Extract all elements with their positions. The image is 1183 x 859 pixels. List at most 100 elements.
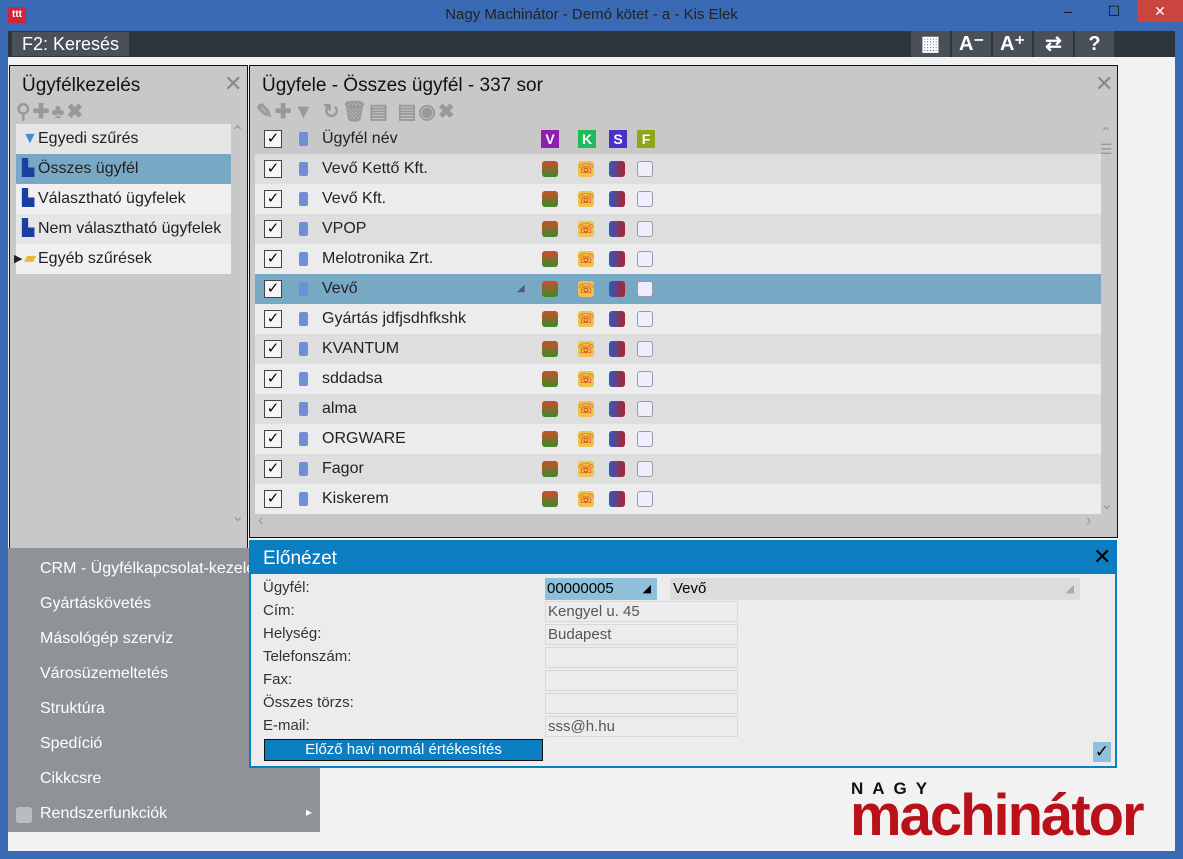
phone-icon[interactable]: ☏ [578, 161, 594, 177]
scroll-left-icon[interactable]: ‹ [258, 512, 263, 530]
row-checkbox[interactable]: ✓ [264, 310, 282, 328]
basket-icon[interactable] [542, 251, 558, 267]
expand-icon[interactable]: ▶ [14, 244, 22, 274]
address-field[interactable]: Kengyel u. 45 [545, 601, 738, 622]
basket-icon[interactable] [542, 371, 558, 387]
notes-icon[interactable] [637, 371, 653, 387]
cube-icon[interactable] [609, 341, 625, 357]
minimize-button[interactable]: – [1045, 0, 1091, 22]
column-header-name[interactable]: Ügyfél név [322, 124, 398, 154]
scroll-right-icon[interactable]: › [1086, 512, 1091, 530]
previous-month-sales-button[interactable]: Előző havi normál értékesítés [264, 739, 543, 761]
row-checkbox[interactable]: ✓ [264, 400, 282, 418]
notes-icon[interactable] [637, 311, 653, 327]
table-row[interactable]: ✓ Vevő Kettő Kft. ☏ [255, 154, 1101, 184]
basket-icon[interactable] [542, 341, 558, 357]
notes-icon[interactable] [637, 221, 653, 237]
table-row[interactable]: ✓ alma ☏ [255, 394, 1101, 424]
swap-icon[interactable]: ⇄ [1033, 31, 1073, 57]
table-row[interactable]: ✓ KVANTUM ☏ [255, 334, 1101, 364]
font-increase-icon[interactable]: A⁺ [992, 31, 1032, 57]
badge-f[interactable]: F [637, 130, 655, 148]
phone-icon[interactable]: ☏ [578, 281, 594, 297]
notes-icon[interactable] [637, 431, 653, 447]
cube-icon[interactable] [609, 311, 625, 327]
row-checkbox[interactable]: ✓ [264, 490, 282, 508]
cube-icon[interactable] [609, 401, 625, 417]
notes-icon[interactable] [637, 281, 653, 297]
cube-icon[interactable] [609, 251, 625, 267]
table-row[interactable]: ✓ Gyártás jdfjsdhfkshk ☏ [255, 304, 1101, 334]
cube-icon[interactable] [609, 431, 625, 447]
city-field[interactable]: Budapest [545, 624, 738, 645]
dropdown-icon[interactable]: ◢ [517, 274, 525, 304]
phone-icon[interactable]: ☏ [578, 401, 594, 417]
basket-icon[interactable] [542, 431, 558, 447]
close-button[interactable]: ✕ [1137, 0, 1183, 22]
scroll-down-icon[interactable]: ⌄ [1100, 494, 1113, 514]
cube-icon[interactable] [609, 281, 625, 297]
phone-icon[interactable]: ☏ [578, 341, 594, 357]
customer-name-field[interactable]: Vevő ◢ [670, 578, 1080, 600]
select-all-checkbox[interactable]: ✓ [264, 130, 282, 148]
fax-field[interactable] [545, 670, 738, 691]
row-checkbox[interactable]: ✓ [264, 220, 282, 238]
customer-code-field[interactable]: 00000005 ◢ [545, 578, 657, 600]
notes-icon[interactable] [637, 461, 653, 477]
table-row[interactable]: ✓ Vevő ◢ ☏ [255, 274, 1101, 304]
table-row[interactable]: ✓ Melotronika Zrt. ☏ [255, 244, 1101, 274]
dropdown-icon[interactable]: ◢ [643, 578, 651, 600]
basket-icon[interactable] [542, 191, 558, 207]
font-decrease-icon[interactable]: A⁻ [951, 31, 991, 57]
table-row[interactable]: ✓ ORGWARE ☏ [255, 424, 1101, 454]
basket-icon[interactable] [542, 311, 558, 327]
phone-icon[interactable]: ☏ [578, 491, 594, 507]
notes-icon[interactable] [637, 161, 653, 177]
all-master-field[interactable] [545, 693, 738, 714]
scroll-down-icon[interactable]: ⌄ [231, 506, 244, 526]
search-button[interactable]: F2: Keresés [12, 32, 130, 56]
phone-icon[interactable]: ☏ [578, 431, 594, 447]
row-checkbox[interactable]: ✓ [264, 460, 282, 478]
notes-icon[interactable] [637, 401, 653, 417]
close-icon[interactable]: ✕ [224, 71, 242, 97]
filter-item-nonselectable[interactable]: ▙ Nem választható ügyfelek [16, 214, 231, 244]
grid-icon[interactable]: ▦ [910, 31, 950, 57]
scroll-up-icon[interactable]: ⌃ [231, 122, 244, 142]
email-field[interactable]: sss@h.hu [545, 716, 738, 737]
list-tools[interactable]: ✎✚▼ ↻🗑▤ ▤◉✖ [256, 99, 457, 124]
cube-icon[interactable] [609, 161, 625, 177]
row-checkbox[interactable]: ✓ [264, 160, 282, 178]
help-icon[interactable]: ? [1074, 31, 1114, 57]
row-checkbox[interactable]: ✓ [264, 430, 282, 448]
filter-item-selectable[interactable]: ▙ Választható ügyfelek [16, 184, 231, 214]
close-icon[interactable]: ✕ [1095, 71, 1113, 97]
basket-icon[interactable] [542, 491, 558, 507]
basket-icon[interactable] [542, 281, 558, 297]
table-row[interactable]: ✓ Vevő Kft. ☏ [255, 184, 1101, 214]
confirm-checkbox[interactable]: ✓ [1093, 742, 1111, 762]
filter-item-other[interactable]: ▶ ▰ Egyéb szűrések [14, 244, 231, 274]
maximize-button[interactable]: ☐ [1091, 0, 1137, 22]
notes-icon[interactable] [637, 191, 653, 207]
cube-icon[interactable] [609, 491, 625, 507]
dropdown-icon[interactable]: ◢ [1066, 578, 1074, 600]
notes-icon[interactable] [637, 251, 653, 267]
close-icon[interactable]: ✕ [1093, 544, 1111, 570]
badge-s[interactable]: S [609, 130, 627, 148]
scroll-up-icon[interactable]: ⌃ ☰ [1100, 124, 1113, 158]
badge-k[interactable]: K [578, 130, 596, 148]
left-panel-tools[interactable]: ⚲✚♣✖ [16, 99, 85, 124]
basket-icon[interactable] [542, 161, 558, 177]
table-row[interactable]: ✓ Fagor ☏ [255, 454, 1101, 484]
basket-icon[interactable] [542, 401, 558, 417]
phone-icon[interactable]: ☏ [578, 461, 594, 477]
phone-icon[interactable]: ☏ [578, 191, 594, 207]
badge-v[interactable]: V [541, 130, 559, 148]
notes-icon[interactable] [637, 491, 653, 507]
cube-icon[interactable] [609, 221, 625, 237]
cube-icon[interactable] [609, 461, 625, 477]
phone-icon[interactable]: ☏ [578, 221, 594, 237]
basket-icon[interactable] [542, 221, 558, 237]
row-checkbox[interactable]: ✓ [264, 190, 282, 208]
